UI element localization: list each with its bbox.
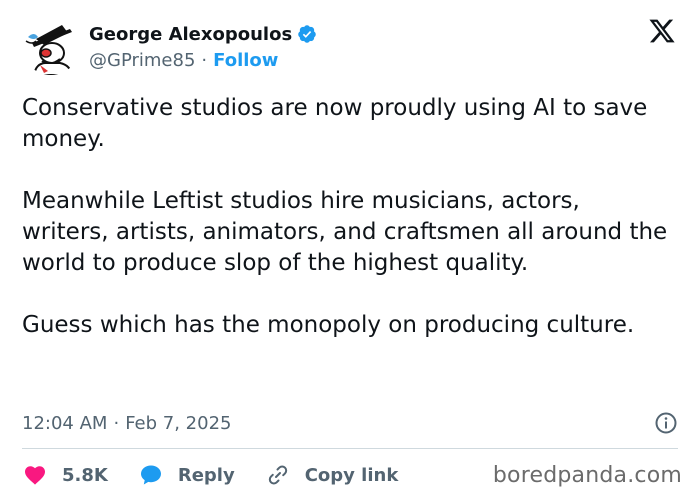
name-row: George Alexopoulos (89, 21, 317, 47)
tweet-paragraph: Guess which has the monopoly on producin… (22, 312, 635, 338)
watermark: boredpanda.com (492, 463, 682, 488)
like-button[interactable]: 5.8K (22, 463, 108, 487)
reply-button[interactable]: Reply (138, 463, 235, 487)
like-count: 5.8K (62, 464, 108, 486)
tweet-paragraph: Meanwhile Leftist studios hire musicians… (22, 188, 668, 276)
timestamp-separator: · (113, 412, 120, 434)
timestamp-row: 12:04 AM · Feb 7, 2025 (22, 408, 678, 438)
tweet-paragraph: Conservative studios are now proudly usi… (22, 95, 648, 152)
tweet-header: George Alexopoulos @GPrime85 · Follow (22, 17, 682, 77)
avatar[interactable] (22, 17, 80, 75)
timestamp-time[interactable]: 12:04 AM (22, 413, 107, 434)
author-info: George Alexopoulos @GPrime85 · Follow (89, 21, 317, 73)
divider (22, 448, 678, 449)
action-bar: 5.8K Reply Copy link (22, 460, 428, 490)
timestamp-date[interactable]: Feb 7, 2025 (125, 413, 231, 434)
heart-icon (25, 466, 45, 485)
hat-cartoon-avatar-icon (22, 17, 80, 75)
link-icon (268, 465, 287, 485)
tweet-text: Conservative studios are now proudly usi… (22, 93, 672, 341)
follow-button[interactable]: Follow (213, 50, 278, 71)
handle-row: @GPrime85 · Follow (89, 47, 317, 73)
display-name[interactable]: George Alexopoulos (89, 24, 292, 45)
copy-link-label: Copy link (304, 464, 399, 486)
verified-badge-icon (297, 24, 317, 44)
handle[interactable]: @GPrime85 (89, 50, 195, 71)
handle-separator: · (201, 49, 208, 71)
speech-bubble-icon (140, 465, 161, 485)
copy-link-button[interactable]: Copy link (265, 463, 399, 487)
x-logo-icon[interactable] (648, 17, 676, 45)
tweet-card: George Alexopoulos @GPrime85 · Follow Co… (0, 0, 700, 502)
reply-label: Reply (177, 464, 235, 486)
info-icon[interactable] (654, 411, 678, 435)
